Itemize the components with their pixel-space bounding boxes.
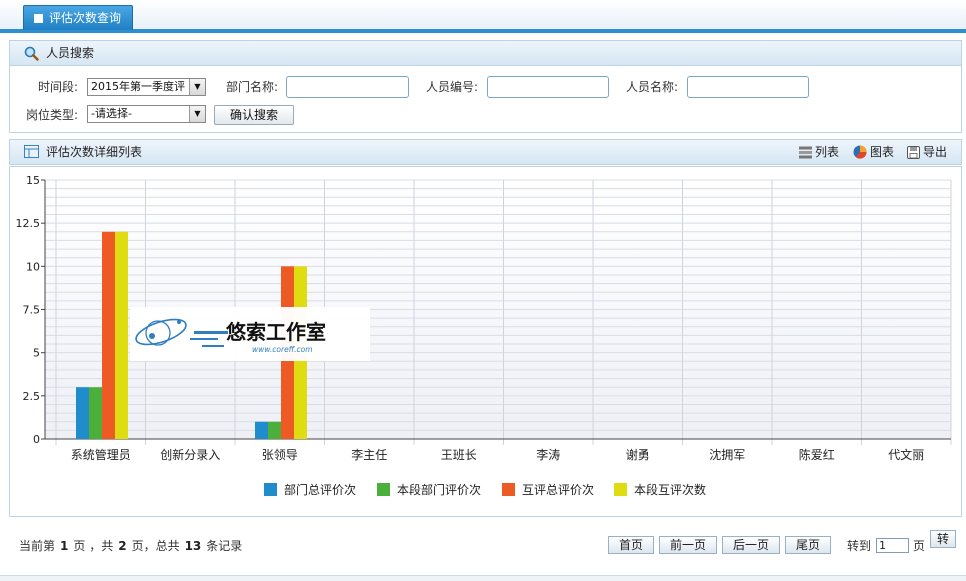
x-tick-label: 王班长 xyxy=(441,448,477,462)
period-select[interactable]: 2015年第一季度评 ▼ xyxy=(87,78,206,96)
dept-input[interactable] xyxy=(286,76,409,98)
goto-page-input[interactable]: 1 xyxy=(876,538,909,553)
y-tick-label: 15 xyxy=(26,174,40,187)
legend-swatch xyxy=(614,483,627,496)
next-page-button[interactable]: 后一页 xyxy=(722,536,780,554)
y-tick-label: 12.5 xyxy=(16,217,41,230)
y-tick-label: 0 xyxy=(33,433,40,446)
bottom-border xyxy=(0,575,966,581)
page-info-records-prefix: 页，总共 xyxy=(131,539,180,553)
period-label: 时间段: xyxy=(38,80,79,94)
save-icon xyxy=(907,146,920,159)
chart-view-button[interactable]: 图表 xyxy=(853,140,894,164)
last-page-button[interactable]: 尾页 xyxy=(785,536,831,554)
legend-swatch xyxy=(502,483,515,496)
page-unit-label: 页 xyxy=(913,539,926,553)
confirm-search-button[interactable]: 确认搜索 xyxy=(214,105,294,125)
period-select-value: 2015年第一季度评 xyxy=(91,80,185,93)
watermark-title: 悠索工作室 xyxy=(225,320,326,344)
legend-label: 本段互评次数 xyxy=(634,482,706,497)
bar xyxy=(102,231,115,439)
x-tick-label: 李主任 xyxy=(351,447,387,462)
page-info-total-pages: 2 xyxy=(118,539,127,553)
search-form: 时间段: 2015年第一季度评 ▼ 部门名称: 人员编号: 人员名称: 岗位类型… xyxy=(9,66,962,133)
legend-label: 互评总评价次 xyxy=(522,483,594,497)
watermark-graphic: 悠索工作室 www.coreff.com xyxy=(135,318,326,354)
y-tick-label: 2.5 xyxy=(23,390,41,403)
x-tick-label: 张领导 xyxy=(262,448,298,462)
tab-label: 评估次数查询 xyxy=(49,11,122,25)
search-panel-header: 人员搜索 xyxy=(9,40,962,66)
goto-button[interactable]: 转 xyxy=(930,530,956,548)
first-page-button[interactable]: 首页 xyxy=(608,536,654,554)
y-tick-label: 5 xyxy=(33,347,40,360)
page-info: 当前第 1 页 ，共 2 页，总共 13 条记录 xyxy=(19,537,242,554)
x-tick-label: 李涛 xyxy=(536,447,560,462)
chevron-down-icon: ▼ xyxy=(189,106,205,122)
bar xyxy=(255,421,268,439)
tab-assessment-count-query[interactable]: 评估次数查询 xyxy=(23,5,133,30)
page-info-records-suffix: 条记录 xyxy=(206,539,243,553)
tab-strip: 评估次数查询 xyxy=(0,0,966,33)
list-view-button[interactable]: 列表 xyxy=(799,140,839,164)
bar xyxy=(76,387,89,439)
page-info-total-records: 13 xyxy=(184,539,202,553)
table-icon xyxy=(24,145,39,158)
x-tick-label: 创新分录入 xyxy=(160,447,220,462)
emp-no-input[interactable] xyxy=(487,76,609,98)
x-tick-label: 沈拥军 xyxy=(709,447,745,462)
list-panel-header: 评估次数详细列表 列表 图表 导出 xyxy=(9,139,962,165)
goto-label: 转到 xyxy=(847,539,872,553)
bar xyxy=(115,231,128,439)
chevron-down-icon: ▼ xyxy=(189,79,205,95)
post-type-select[interactable]: -请选择- ▼ xyxy=(87,105,206,123)
page-info-current-prefix: 当前第 xyxy=(19,539,56,553)
prev-page-button[interactable]: 前一页 xyxy=(659,536,717,554)
tab-square-icon xyxy=(34,14,43,23)
list-view-label: 列表 xyxy=(815,145,840,159)
dept-label: 部门名称: xyxy=(226,80,279,94)
post-type-select-value: -请选择- xyxy=(91,107,132,120)
legend-label: 部门总评价次 xyxy=(284,482,356,497)
legend-swatch xyxy=(264,483,277,496)
bar xyxy=(268,421,281,439)
bar xyxy=(89,387,102,439)
x-tick-label: 代文丽 xyxy=(888,447,924,462)
y-tick-label: 10 xyxy=(26,260,40,273)
watermark-url: www.coreff.com xyxy=(252,345,313,354)
pagination-bar: 当前第 1 页 ，共 2 页，总共 13 条记录 首页 前一页 后一页 尾页 转到 1 页 … xyxy=(0,527,966,567)
pie-chart-icon xyxy=(853,145,867,159)
emp-name-input[interactable] xyxy=(687,76,809,98)
magnifier-icon xyxy=(24,46,39,61)
x-tick-label: 谢勇 xyxy=(626,447,650,462)
emp-name-label: 人员名称: xyxy=(626,80,679,94)
watermark-logo: 悠索工作室 www.coreff.com xyxy=(130,307,370,361)
list-icon xyxy=(799,146,812,159)
export-label: 导出 xyxy=(923,145,948,159)
x-tick-label: 陈爱红 xyxy=(799,447,835,462)
y-tick-label: 7.5 xyxy=(23,304,41,317)
chart-view-label: 图表 xyxy=(870,145,895,159)
legend-label: 本段部门评价次 xyxy=(397,482,481,497)
emp-no-label: 人员编号: xyxy=(426,80,479,94)
search-panel-title: 人员搜索 xyxy=(46,46,95,60)
page-info-total-prefix: 页 ，共 xyxy=(73,539,114,553)
export-button[interactable]: 导出 xyxy=(907,140,947,164)
list-panel-title: 评估次数详细列表 xyxy=(46,145,143,159)
legend-swatch xyxy=(377,483,390,496)
post-type-label: 岗位类型: xyxy=(26,108,79,122)
page-info-current: 1 xyxy=(60,539,69,553)
x-tick-label: 系统管理员 xyxy=(71,447,131,462)
